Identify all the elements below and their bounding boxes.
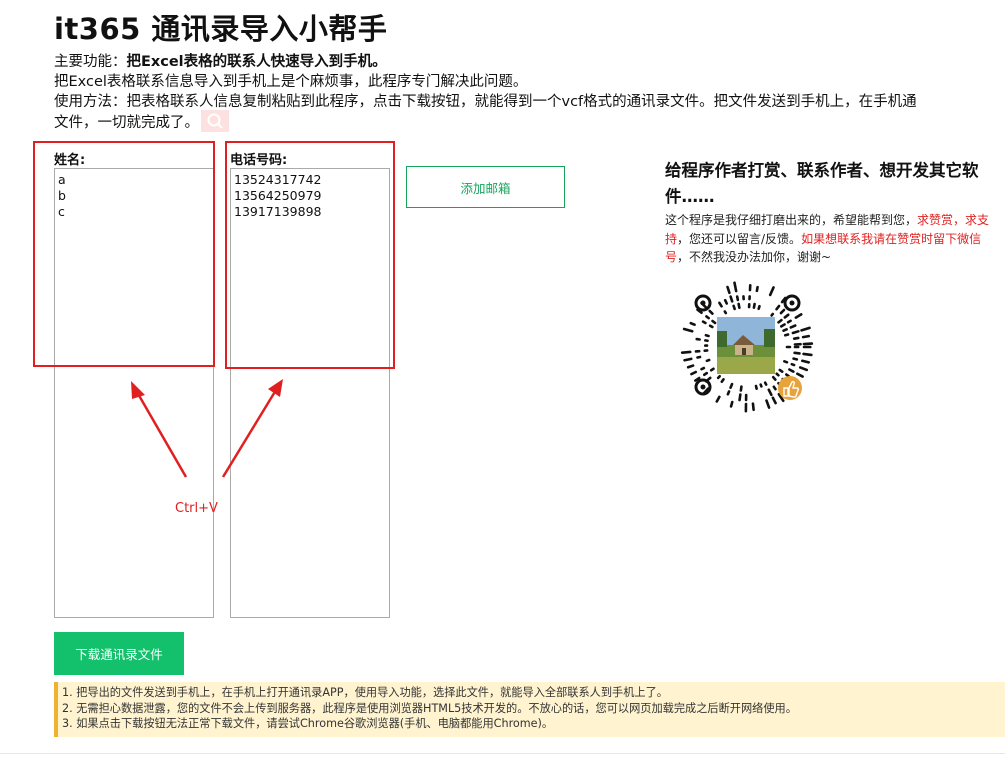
qr-dash [737,302,741,310]
qr-dash [802,352,813,357]
qr-dash [738,393,742,402]
qr-dash [754,384,758,390]
qr-dash [732,304,736,311]
qr-dash [757,304,761,311]
ctrlv-label: Ctrl+V [175,501,218,516]
qr-dash [779,323,786,328]
qr-dash [720,378,725,384]
qr-dash [783,313,790,319]
qr-dash [775,372,780,377]
arrow-to-phone [221,389,278,478]
qr-dash [726,390,731,396]
qr-dash [723,310,728,315]
qr-dash [792,357,799,361]
qr-dash [772,385,777,391]
donate-text-3: ，不然我没办法加你，谢谢~ [677,250,832,264]
arrow-head-phone [268,379,283,397]
qr-dash [696,355,702,359]
qr-dash [775,304,781,311]
arrow-to-name [135,391,188,478]
qr-dash [729,400,734,408]
qr-dash [711,319,717,325]
qr-center-image [717,317,775,374]
qr-dash [755,285,759,293]
qr-dash [751,402,755,412]
qr-dash [705,315,710,320]
qr-dash [682,327,694,333]
note-2: 2. 无需担心数据泄露，您的文件不会上传到服务器，此程序是使用浏览器HTML5技… [62,701,797,715]
qr-dash [778,368,784,373]
qr-dash [785,373,790,378]
qr-dash [768,286,775,297]
qr-dash [782,328,788,333]
wechat-qr-code [680,281,814,413]
qr-dash [708,309,714,315]
qr-dash [765,399,771,409]
page: it365 通讯录导入小帮手 主要功能：把Excel表格的联系人快速导入到手机。… [0,0,1005,760]
qr-dash [786,319,792,324]
qr-dash [783,360,789,364]
qr-dash [729,382,734,389]
qr-dash [718,301,723,308]
qr-dash [801,359,810,364]
qr-dash [777,318,783,324]
download-button[interactable]: 下载通讯录文件 [54,632,184,675]
qr-dash [770,312,775,317]
qr-dash [790,362,796,367]
qr-dash [796,372,804,378]
qr-dash [739,385,743,392]
qr-dash [723,298,729,305]
qr-dash [763,381,768,386]
qr-dash [686,364,695,369]
qr-dash [716,374,722,380]
arrow-head-name [131,381,145,399]
qr-dash [733,281,738,293]
qr-dash [689,321,696,327]
qr-dash [705,358,711,363]
qr-dash [791,330,800,335]
qr-dash [793,351,801,355]
qr-dash [700,366,706,371]
qr-dash [729,295,734,303]
donate-title: 给程序作者打赏、联系作者、想开发其它软件…… [665,161,979,206]
bottom-divider [0,753,1005,754]
qr-dash [788,368,795,373]
qr-dash [789,324,797,329]
qr-dash [801,334,811,339]
qr-dash [792,336,800,340]
qr-dash [715,395,721,403]
qr-dash [771,396,777,405]
qr-dash [735,295,740,302]
donate-text-1: 这个程序是我仔细打磨出来的，希望能帮到您， [665,213,918,227]
qr-dash [794,313,803,319]
qr-dash [701,320,707,325]
qr-dash [708,324,714,329]
note-3: 3. 如果点击下载按钮无法正常下载文件，请尝试Chrome谷歌浏览器(手机、电脑… [62,717,554,730]
qr-dash [800,326,811,332]
qr-dash [752,302,756,309]
qr-dash [704,333,710,338]
qr-dash [798,366,809,372]
qr-dash [783,333,790,337]
donate-text: 这个程序是我仔细打磨出来的，希望能帮到您，求赞赏，求支持，您还可以留言/反馈。如… [665,211,1001,267]
qr-dash [726,285,731,295]
qr-dash [759,383,763,388]
qr-dash [779,308,786,315]
qr-dash [771,375,777,381]
qr-dash [767,388,773,397]
note-1: 1. 把导出的文件发送到手机上，在手机上打开通讯录APP，使用导入功能，选择此文… [62,686,668,699]
notes-box: 1. 把导出的文件发送到手机上，在手机上打开通讯录APP，使用导入功能，选择此文… [54,682,1005,737]
qr-dash [702,371,709,377]
donate-text-2: ，您还可以留言/反馈。 [677,231,802,246]
qr-dash [683,357,693,362]
qr-dash [680,350,692,354]
qr-dash [690,370,698,376]
qr-dash [709,367,715,372]
